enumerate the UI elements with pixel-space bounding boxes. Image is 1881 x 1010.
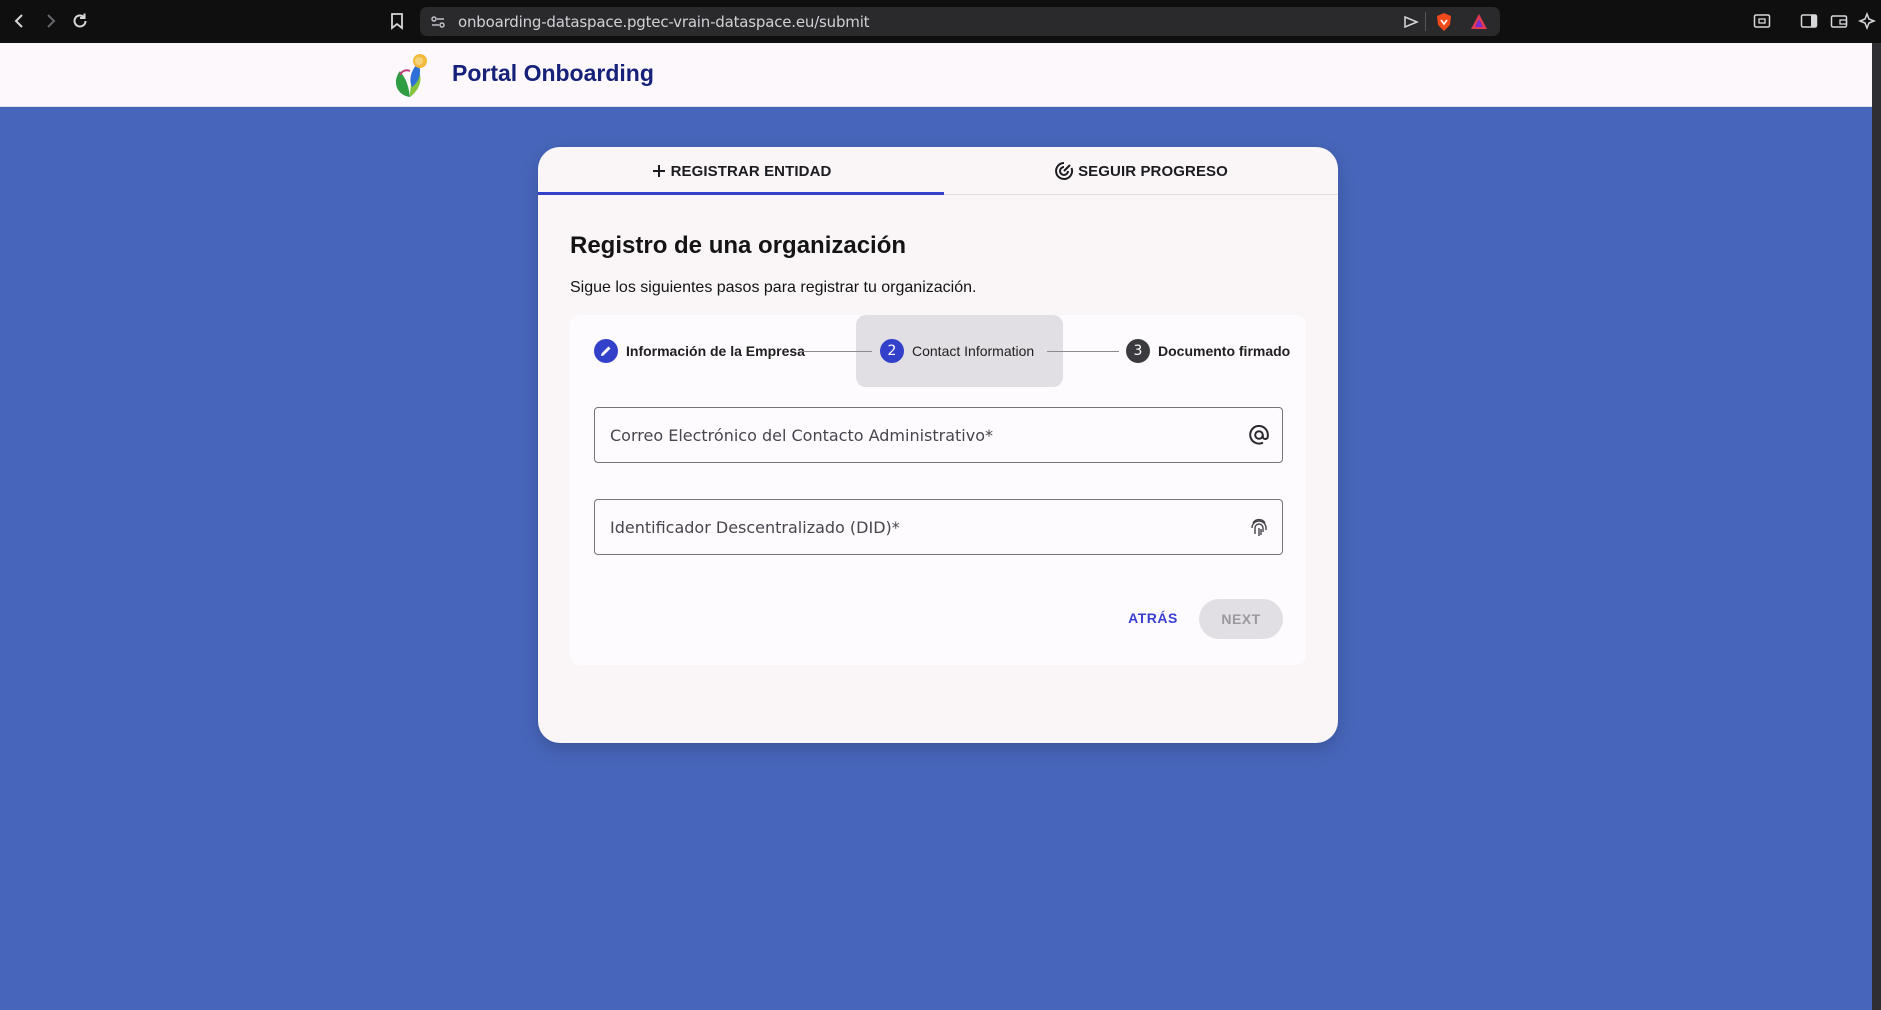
step-connector xyxy=(1047,351,1119,352)
edit-icon xyxy=(594,339,618,363)
form-subtitle: Sigue los siguientes pasos para registra… xyxy=(570,279,977,296)
tab-label: REGISTRAR ENTIDAD xyxy=(670,162,832,180)
tab-seguir-progreso[interactable]: SEGUIR PROGRESO xyxy=(944,147,1338,195)
rewards-icon[interactable] xyxy=(1470,13,1488,35)
step-2[interactable]: 2 Contact Information xyxy=(880,315,1034,387)
back-icon[interactable] xyxy=(8,9,32,33)
step-1[interactable]: Información de la Empresa xyxy=(594,315,805,387)
step-number: 2 xyxy=(880,339,904,363)
step-label: Información de la Empresa xyxy=(626,343,805,359)
reader-mode-icon[interactable] xyxy=(1750,9,1774,33)
site-settings-icon[interactable] xyxy=(430,14,446,35)
plus-icon xyxy=(651,163,667,179)
address-bar[interactable]: onboarding-dataspace.pgtec-vrain-dataspa… xyxy=(420,7,1500,36)
bookmark-icon[interactable] xyxy=(385,9,409,33)
registration-card: REGISTRAR ENTIDAD SEGUIR PROGRESO Regist… xyxy=(538,147,1338,743)
fingerprint-icon xyxy=(1246,514,1272,540)
stepper-panel: Información de la Empresa 2 Contact Info… xyxy=(570,315,1306,665)
tab-bar: REGISTRAR ENTIDAD SEGUIR PROGRESO xyxy=(538,147,1338,195)
divider xyxy=(1425,12,1426,31)
browser-toolbar: onboarding-dataspace.pgtec-vrain-dataspa… xyxy=(0,0,1881,43)
step-3[interactable]: 3 Documento firmado xyxy=(1126,315,1290,387)
back-button[interactable]: ATRÁS xyxy=(1123,599,1183,637)
next-button[interactable]: NEXT xyxy=(1199,599,1283,639)
brave-shield-icon[interactable] xyxy=(1435,12,1453,37)
active-tab-indicator xyxy=(538,192,944,195)
forward-icon[interactable] xyxy=(38,9,62,33)
share-icon[interactable] xyxy=(1403,14,1419,35)
app-header: Portal Onboarding xyxy=(0,43,1872,107)
app-title: Portal Onboarding xyxy=(452,60,654,86)
page-scrollbar[interactable] xyxy=(1872,43,1881,1010)
email-field[interactable] xyxy=(594,407,1283,463)
app-logo xyxy=(388,51,434,99)
tab-label: SEGUIR PROGRESO xyxy=(1078,162,1228,180)
url-text[interactable]: onboarding-dataspace.pgtec-vrain-dataspa… xyxy=(458,13,870,31)
at-sign-icon xyxy=(1246,422,1272,448)
leo-ai-icon[interactable] xyxy=(1855,9,1879,33)
did-input[interactable] xyxy=(595,500,1235,554)
step-number: 3 xyxy=(1126,339,1150,363)
sidebar-icon[interactable] xyxy=(1797,9,1821,33)
reload-icon[interactable] xyxy=(68,9,92,33)
wallet-icon[interactable] xyxy=(1827,9,1851,33)
step-label: Contact Information xyxy=(912,343,1035,359)
tab-registrar-entidad[interactable]: REGISTRAR ENTIDAD xyxy=(538,147,944,195)
email-input[interactable] xyxy=(595,408,1235,462)
step-connector xyxy=(802,351,872,352)
track-changes-icon xyxy=(1054,161,1074,181)
did-field[interactable] xyxy=(594,499,1283,555)
step-label: Documento firmado xyxy=(1158,343,1291,359)
form-title: Registro de una organización xyxy=(570,232,907,259)
